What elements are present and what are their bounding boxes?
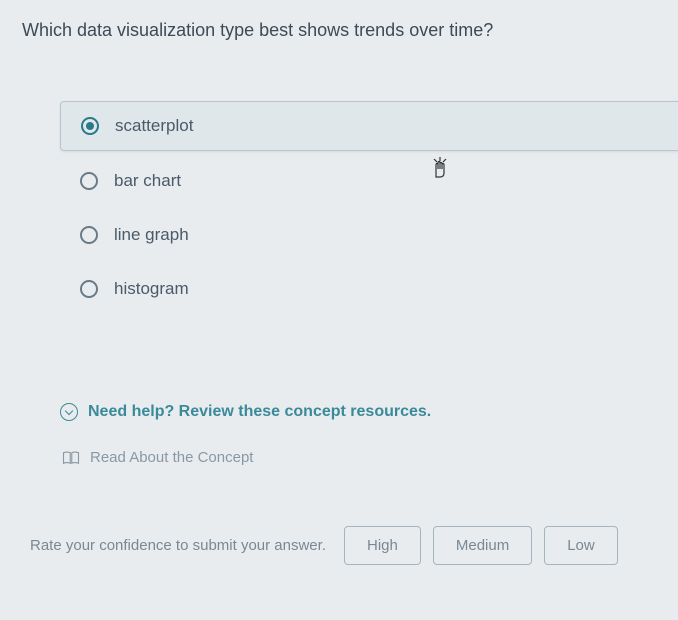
chevron-down-icon bbox=[60, 403, 78, 421]
option-label: histogram bbox=[114, 279, 189, 299]
option-label: scatterplot bbox=[115, 116, 193, 136]
read-concept-link[interactable]: Read About the Concept bbox=[60, 449, 678, 466]
radio-icon bbox=[80, 172, 98, 190]
confidence-high-button[interactable]: High bbox=[344, 526, 421, 565]
help-header-text: Need help? Review these concept resource… bbox=[88, 403, 431, 421]
option-label: bar chart bbox=[114, 171, 181, 191]
book-icon bbox=[62, 451, 80, 465]
question-text: Which data visualization type best shows… bbox=[20, 20, 678, 41]
radio-icon bbox=[80, 226, 98, 244]
options-group: scatterplot bar chart line graph histogr… bbox=[20, 101, 678, 313]
resource-link-text: Read About the Concept bbox=[90, 449, 253, 466]
confidence-label: Rate your confidence to submit your answ… bbox=[30, 537, 326, 554]
radio-icon bbox=[81, 117, 99, 135]
radio-icon bbox=[80, 280, 98, 298]
confidence-section: Rate your confidence to submit your answ… bbox=[20, 526, 678, 565]
confidence-low-button[interactable]: Low bbox=[544, 526, 618, 565]
help-section: Need help? Review these concept resource… bbox=[20, 403, 678, 466]
option-line-graph[interactable]: line graph bbox=[60, 211, 678, 259]
confidence-medium-button[interactable]: Medium bbox=[433, 526, 532, 565]
option-label: line graph bbox=[114, 225, 189, 245]
help-toggle[interactable]: Need help? Review these concept resource… bbox=[60, 403, 678, 421]
option-scatterplot[interactable]: scatterplot bbox=[60, 101, 678, 151]
option-bar-chart[interactable]: bar chart bbox=[60, 157, 678, 205]
option-histogram[interactable]: histogram bbox=[60, 265, 678, 313]
